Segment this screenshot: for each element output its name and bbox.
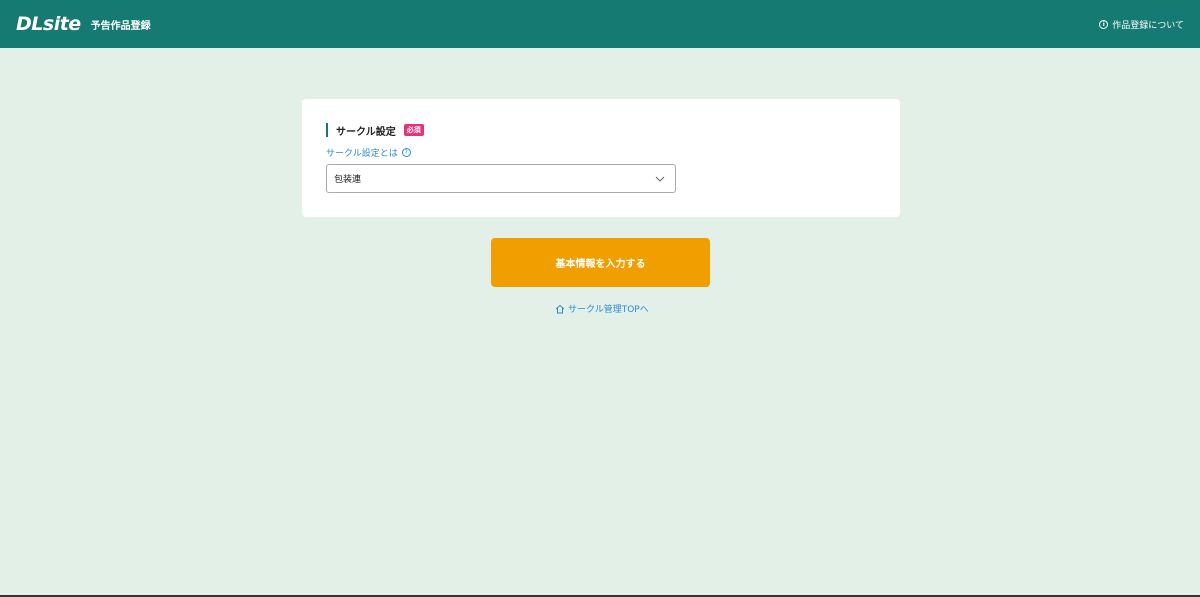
chevron-down-icon — [655, 176, 665, 182]
info-icon: i — [1099, 19, 1109, 29]
dlsite-logo[interactable]: DLsite — [16, 13, 81, 35]
required-badge: 必須 — [403, 124, 424, 136]
top-header: DLsite 予告作品登録 i 作品登録について — [0, 0, 1200, 48]
circle-select[interactable]: 包装連 — [326, 164, 676, 193]
circle-select-value: 包装連 — [334, 175, 362, 185]
section-heading: サークル設定 必須 — [326, 123, 424, 138]
help-link-label: サークル設定とは — [326, 149, 398, 159]
circle-management-top-link[interactable]: サークル管理TOPへ — [555, 302, 649, 315]
home-icon — [555, 304, 565, 313]
page-title: 予告作品登録 — [90, 20, 151, 32]
circle-settings-card: サークル設定 必須 サークル設定とは ? 包装連 — [302, 99, 900, 217]
home-link-label: サークル管理TOPへ — [568, 305, 649, 315]
brand: DLsite 予告作品登録 — [16, 13, 151, 35]
about-link-label: 作品登録について — [1112, 20, 1184, 31]
question-circle-icon: ? — [401, 148, 411, 157]
section-title: サークル設定 — [336, 126, 396, 138]
about-registration-link[interactable]: i 作品登録について — [1099, 18, 1184, 31]
circle-help-link[interactable]: サークル設定とは ? — [326, 146, 411, 159]
enter-basic-info-button[interactable]: 基本情報を入力する — [491, 238, 710, 287]
